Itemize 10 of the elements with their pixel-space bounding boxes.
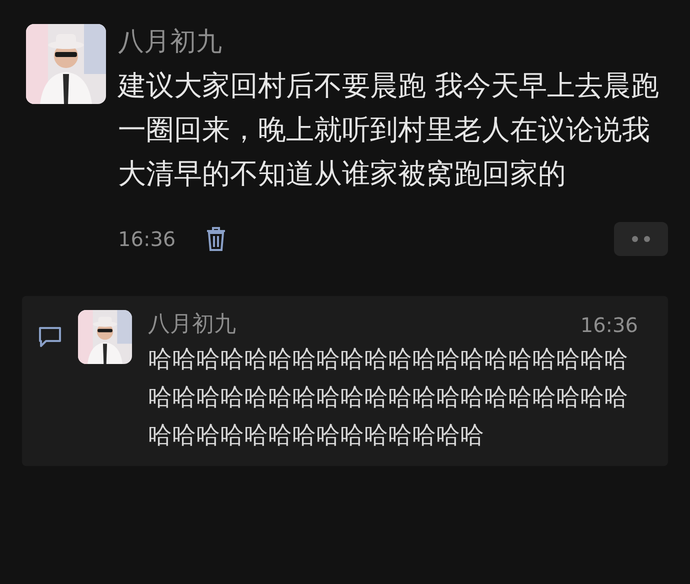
more-button[interactable] <box>614 222 668 256</box>
reply-text: 哈哈哈哈哈哈哈哈哈哈哈哈哈哈哈哈哈哈哈哈哈哈哈哈哈哈哈哈哈哈哈哈哈哈哈哈哈哈哈哈哈哈哈哈哈哈哈哈哈哈哈哈哈哈 <box>148 344 629 451</box>
comment-icon <box>38 326 62 348</box>
reply-time: 16:36 <box>580 312 638 339</box>
author-name: 八月初九 <box>118 26 223 59</box>
author-name: 八月初九 <box>148 311 236 339</box>
post-time: 16:36 <box>118 226 176 253</box>
dots-icon <box>632 236 650 242</box>
post-text: 建议大家回村后不要晨跑 我今天早上去晨跑一圈回来，晚上就听到村里老人在议论说我大清早的不知道从谁家被窝跑回家的 <box>118 68 660 192</box>
trash-icon[interactable] <box>206 227 226 251</box>
